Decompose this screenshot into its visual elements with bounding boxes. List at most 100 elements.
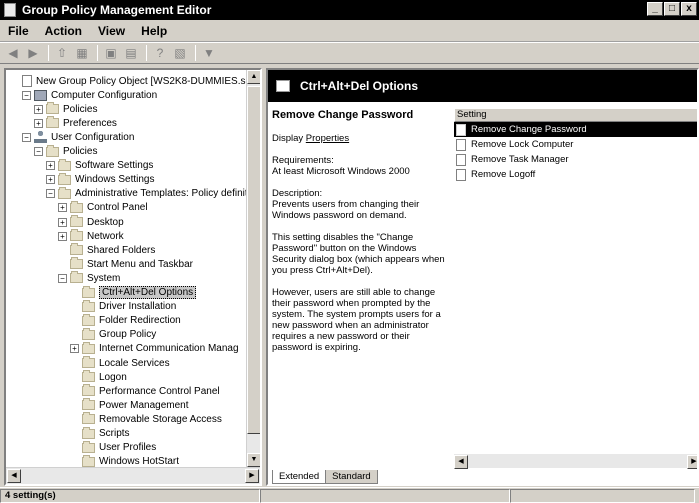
menu-view[interactable]: View xyxy=(90,24,133,38)
tree-item[interactable]: + Desktop xyxy=(58,215,124,229)
help-icon[interactable]: ? xyxy=(151,45,169,61)
folder-icon xyxy=(82,426,95,439)
tree-horizontal-scrollbar[interactable]: ◀ ▶ xyxy=(6,467,260,484)
tree-item-label: Network xyxy=(87,230,124,242)
expand-icon[interactable]: + xyxy=(34,118,43,128)
folder-icon xyxy=(82,313,95,326)
properties-link[interactable]: Properties xyxy=(306,133,349,144)
tab-extended[interactable]: Extended xyxy=(272,470,327,484)
forward-icon[interactable]: ▶ xyxy=(24,45,42,61)
expand-icon[interactable]: + xyxy=(46,161,55,171)
tree-item[interactable]: Folder Redirection xyxy=(70,313,181,328)
tree-item-label: Ctrl+Alt+Del Options xyxy=(99,286,197,299)
scroll-left-icon[interactable]: ◀ xyxy=(7,469,21,483)
tree-item[interactable]: Power Management xyxy=(70,398,189,412)
status-bar: 4 setting(s) xyxy=(0,487,699,503)
folder-icon xyxy=(70,243,83,256)
tree-item[interactable]: Driver Installation xyxy=(70,299,176,314)
tree-item[interactable]: Locale Services xyxy=(70,356,170,370)
scroll-up-icon[interactable]: ▲ xyxy=(247,70,260,84)
export-icon[interactable]: ▣ xyxy=(102,45,120,61)
tree-item[interactable]: + Internet Communication Manag xyxy=(70,341,239,356)
tree-item[interactable]: User Profiles xyxy=(70,440,156,455)
menu-file[interactable]: File xyxy=(0,24,37,38)
up-icon[interactable]: ⇧ xyxy=(53,45,71,61)
tree-item[interactable]: Logon xyxy=(70,370,127,384)
collapse-icon[interactable]: − xyxy=(46,189,55,199)
folder-icon xyxy=(82,398,95,411)
collapse-icon[interactable]: − xyxy=(22,90,31,100)
tree-item[interactable]: Shared Folders xyxy=(58,243,155,257)
tree-item[interactable]: Start Menu and Taskbar xyxy=(58,257,193,271)
tree-item[interactable]: + Policies xyxy=(34,102,97,116)
tree-item[interactable]: − User Configuration xyxy=(22,130,134,144)
show-hide-tree-icon[interactable]: ▦ xyxy=(73,45,91,61)
tree-item[interactable]: Windows HotStart xyxy=(70,454,179,467)
expand-icon[interactable]: + xyxy=(58,217,67,227)
scroll-thumb[interactable] xyxy=(247,86,260,434)
tree-item[interactable]: Group Policy xyxy=(70,327,156,342)
menu-action[interactable]: Action xyxy=(37,24,90,38)
scroll-down-icon[interactable]: ▼ xyxy=(247,453,260,467)
column-header-setting[interactable]: Setting xyxy=(454,108,697,122)
setting-row[interactable]: Remove Change Password xyxy=(454,122,697,137)
setting-row[interactable]: Remove Task Manager xyxy=(454,152,697,167)
display-prefix: Display xyxy=(272,133,306,144)
settings-list: Setting Remove Change Password Remove Lo… xyxy=(454,108,697,454)
minimize-button[interactable]: _ xyxy=(647,2,663,16)
maximize-button[interactable]: □ xyxy=(664,2,680,16)
tree-item[interactable]: + Preferences xyxy=(34,116,117,130)
properties-icon[interactable]: ▤ xyxy=(122,45,140,61)
tree-item-label: Folder Redirection xyxy=(99,315,181,327)
expand-icon[interactable]: + xyxy=(70,344,79,354)
scroll-left-icon[interactable]: ◀ xyxy=(454,455,468,469)
view-tabs: Extended Standard xyxy=(272,468,378,484)
scroll-right-icon[interactable]: ▶ xyxy=(687,455,697,469)
tree-view: New Group Policy Object [WS2K8-DUMMIES.s… xyxy=(6,70,246,467)
tree-item[interactable]: Performance Control Panel xyxy=(70,384,220,398)
tree-vertical-scrollbar[interactable]: ▲ ▼ xyxy=(246,70,260,467)
tree-item[interactable]: − System xyxy=(58,271,120,285)
folder-icon xyxy=(82,440,95,453)
collapse-icon[interactable]: − xyxy=(58,273,67,283)
tree-item[interactable]: − Administrative Templates: Policy defini… xyxy=(46,186,246,201)
tree-item[interactable]: + Control Panel xyxy=(58,200,148,215)
setting-row[interactable]: Remove Lock Computer xyxy=(454,137,697,152)
expand-icon[interactable]: + xyxy=(34,104,43,114)
tree-item[interactable]: + Software Settings xyxy=(46,158,153,173)
expand-icon[interactable]: + xyxy=(58,231,67,241)
display-properties-line: Display Properties xyxy=(272,133,450,144)
description-text-2: This setting disables the "Change Passwo… xyxy=(272,232,445,276)
collapse-icon[interactable]: − xyxy=(22,132,31,142)
expand-icon[interactable]: + xyxy=(58,203,67,213)
tree-item[interactable]: + Windows Settings xyxy=(46,172,154,187)
tree-item[interactable]: + Network xyxy=(58,229,124,243)
expand-icon[interactable]: + xyxy=(46,175,55,185)
filter-icon[interactable]: ▼ xyxy=(200,45,218,61)
folder-icon xyxy=(276,80,290,92)
tree-item[interactable]: − Computer Configuration xyxy=(22,88,157,102)
window-title: Group Policy Management Editor xyxy=(22,3,212,17)
view-icon[interactable]: ▧ xyxy=(171,45,189,61)
tree-item-label: Desktop xyxy=(87,216,124,228)
setting-row[interactable]: Remove Logoff xyxy=(454,167,697,182)
back-icon[interactable]: ◀ xyxy=(4,45,22,61)
menu-help[interactable]: Help xyxy=(133,24,175,38)
scroll-right-icon[interactable]: ▶ xyxy=(245,469,259,483)
close-button[interactable]: x xyxy=(681,2,697,16)
tree-item[interactable]: − Policies xyxy=(34,144,97,159)
tree-item[interactable]: New Group Policy Object [WS2K8-DUMMIES.s… xyxy=(10,74,246,88)
tree-item[interactable]: Scripts xyxy=(70,426,130,441)
folder-icon xyxy=(58,186,71,199)
tab-standard[interactable]: Standard xyxy=(325,470,378,484)
tree-item[interactable]: Ctrl+Alt+Del Options xyxy=(70,285,197,300)
collapse-icon[interactable]: − xyxy=(34,147,43,156)
tree-item[interactable]: Removable Storage Access xyxy=(70,412,222,426)
description-text-1: Prevents users from changing their Windo… xyxy=(272,199,420,221)
folder-icon xyxy=(70,257,83,270)
settings-horizontal-scrollbar[interactable]: ◀ ▶ xyxy=(454,454,697,469)
